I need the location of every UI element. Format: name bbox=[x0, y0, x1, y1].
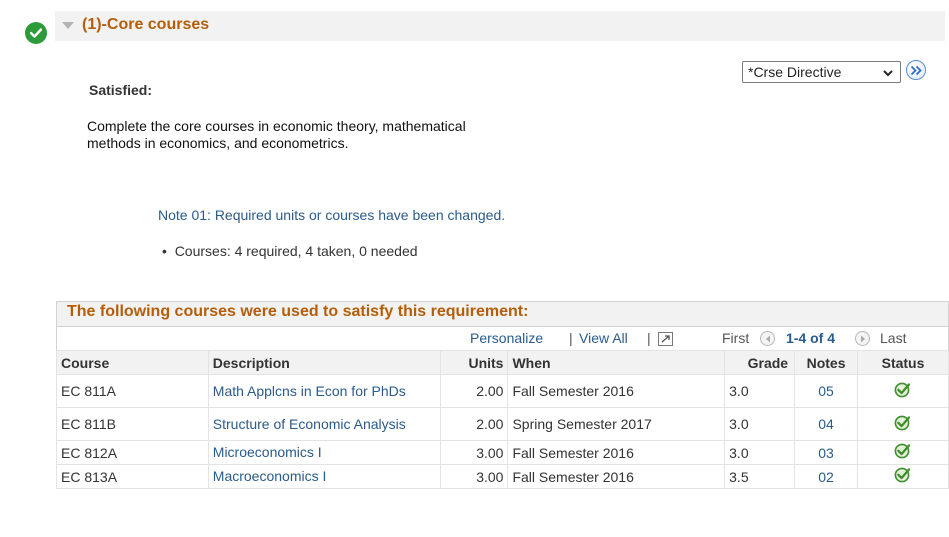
course-term: Spring Semester 2017 bbox=[507, 407, 726, 441]
check-icon bbox=[894, 382, 911, 397]
zoom-grid-icon[interactable] bbox=[658, 332, 673, 346]
course-description-link[interactable]: Macroeconomics I bbox=[207, 464, 441, 489]
course-note-link[interactable]: 05 bbox=[794, 374, 859, 408]
column-header-grade: Grade bbox=[724, 350, 796, 375]
course-units: 3.00 bbox=[439, 464, 509, 489]
course-grade: 3.0 bbox=[724, 374, 796, 408]
view-all-link[interactable]: View All bbox=[579, 330, 628, 346]
column-header-status: Status bbox=[857, 350, 949, 375]
next-page-icon[interactable] bbox=[855, 331, 870, 346]
course-code: EC 811B bbox=[56, 407, 209, 441]
courses-table: Course Description Units When Grade Note… bbox=[56, 350, 949, 489]
previous-page-icon[interactable] bbox=[760, 331, 775, 346]
course-units: 2.00 bbox=[439, 374, 509, 408]
course-description-link[interactable]: Math Applcns in Econ for PhDs bbox=[207, 374, 441, 408]
course-term: Fall Semester 2016 bbox=[507, 440, 726, 465]
course-status bbox=[857, 407, 949, 441]
check-icon bbox=[894, 415, 911, 430]
check-icon bbox=[894, 467, 911, 483]
personalize-link[interactable]: Personalize bbox=[470, 330, 543, 346]
course-code: EC 813A bbox=[56, 464, 209, 489]
course-units: 3.00 bbox=[439, 440, 509, 465]
table-row: EC 812A Microeconomics I 3.00 Fall Semes… bbox=[56, 440, 949, 465]
requirement-note: Note 01: Required units or courses have … bbox=[158, 207, 506, 223]
course-note-link[interactable]: 04 bbox=[794, 407, 859, 441]
column-header-description: Description bbox=[207, 350, 441, 375]
go-button[interactable] bbox=[906, 60, 926, 80]
course-grade: 3.0 bbox=[724, 407, 796, 441]
course-term: Fall Semester 2016 bbox=[507, 374, 726, 408]
table-row: EC 811A Math Applcns in Econ for PhDs 2.… bbox=[56, 374, 949, 408]
nav-separator: | bbox=[569, 330, 573, 346]
course-description-link[interactable]: Structure of Economic Analysis bbox=[207, 407, 441, 441]
course-term: Fall Semester 2016 bbox=[507, 464, 726, 489]
column-header-notes: Notes bbox=[794, 350, 859, 375]
course-code: EC 811A bbox=[56, 374, 209, 408]
chevron-down-icon bbox=[883, 70, 893, 77]
first-label: First bbox=[722, 330, 750, 346]
column-header-units: Units bbox=[439, 350, 509, 375]
course-directive-select[interactable]: *Crse Directive bbox=[742, 61, 901, 83]
requirement-header[interactable]: (1)-Core courses bbox=[55, 11, 945, 41]
course-code: EC 812A bbox=[56, 440, 209, 465]
page-range: 1-4 of 4 bbox=[786, 330, 836, 346]
course-description-link[interactable]: Microeconomics I bbox=[207, 440, 441, 465]
status-label: Satisfied: bbox=[89, 82, 153, 98]
course-grade: 3.5 bbox=[724, 464, 796, 489]
double-chevron-right-icon bbox=[910, 65, 922, 76]
course-status bbox=[857, 464, 949, 489]
column-header-when: When bbox=[507, 350, 726, 375]
courses-summary: • Courses: 4 required, 4 taken, 0 needed bbox=[162, 243, 418, 259]
courses-summary-text: Courses: 4 required, 4 taken, 0 needed bbox=[174, 243, 418, 259]
check-icon bbox=[894, 443, 911, 459]
requirement-description: Complete the core courses in economic th… bbox=[87, 118, 466, 151]
requirement-title[interactable]: (1)-Core courses bbox=[82, 16, 209, 34]
courses-grid: The following courses were used to satis… bbox=[56, 301, 949, 537]
course-status bbox=[857, 374, 949, 408]
course-status bbox=[857, 440, 949, 465]
last-label: Last bbox=[880, 330, 907, 346]
nav-separator: | bbox=[647, 330, 651, 346]
table-header-row: Course Description Units When Grade Note… bbox=[56, 350, 949, 375]
grid-title: The following courses were used to satis… bbox=[56, 301, 949, 326]
requirement-satisfied-icon bbox=[25, 22, 47, 44]
course-note-link[interactable]: 03 bbox=[794, 440, 859, 465]
course-note-link[interactable]: 02 bbox=[794, 464, 859, 489]
column-header-course: Course bbox=[56, 350, 209, 375]
table-row: EC 813A Macroeconomics I 3.00 Fall Semes… bbox=[56, 464, 949, 489]
grid-navigation-bar: Personalize | View All | First 1-4 of 4 … bbox=[56, 326, 949, 350]
collapse-triangle-icon[interactable] bbox=[62, 22, 74, 29]
course-units: 2.00 bbox=[439, 407, 509, 441]
course-grade: 3.0 bbox=[724, 440, 796, 465]
table-row: EC 811B Structure of Economic Analysis 2… bbox=[56, 407, 949, 441]
course-directive-value: *Crse Directive bbox=[748, 64, 842, 80]
